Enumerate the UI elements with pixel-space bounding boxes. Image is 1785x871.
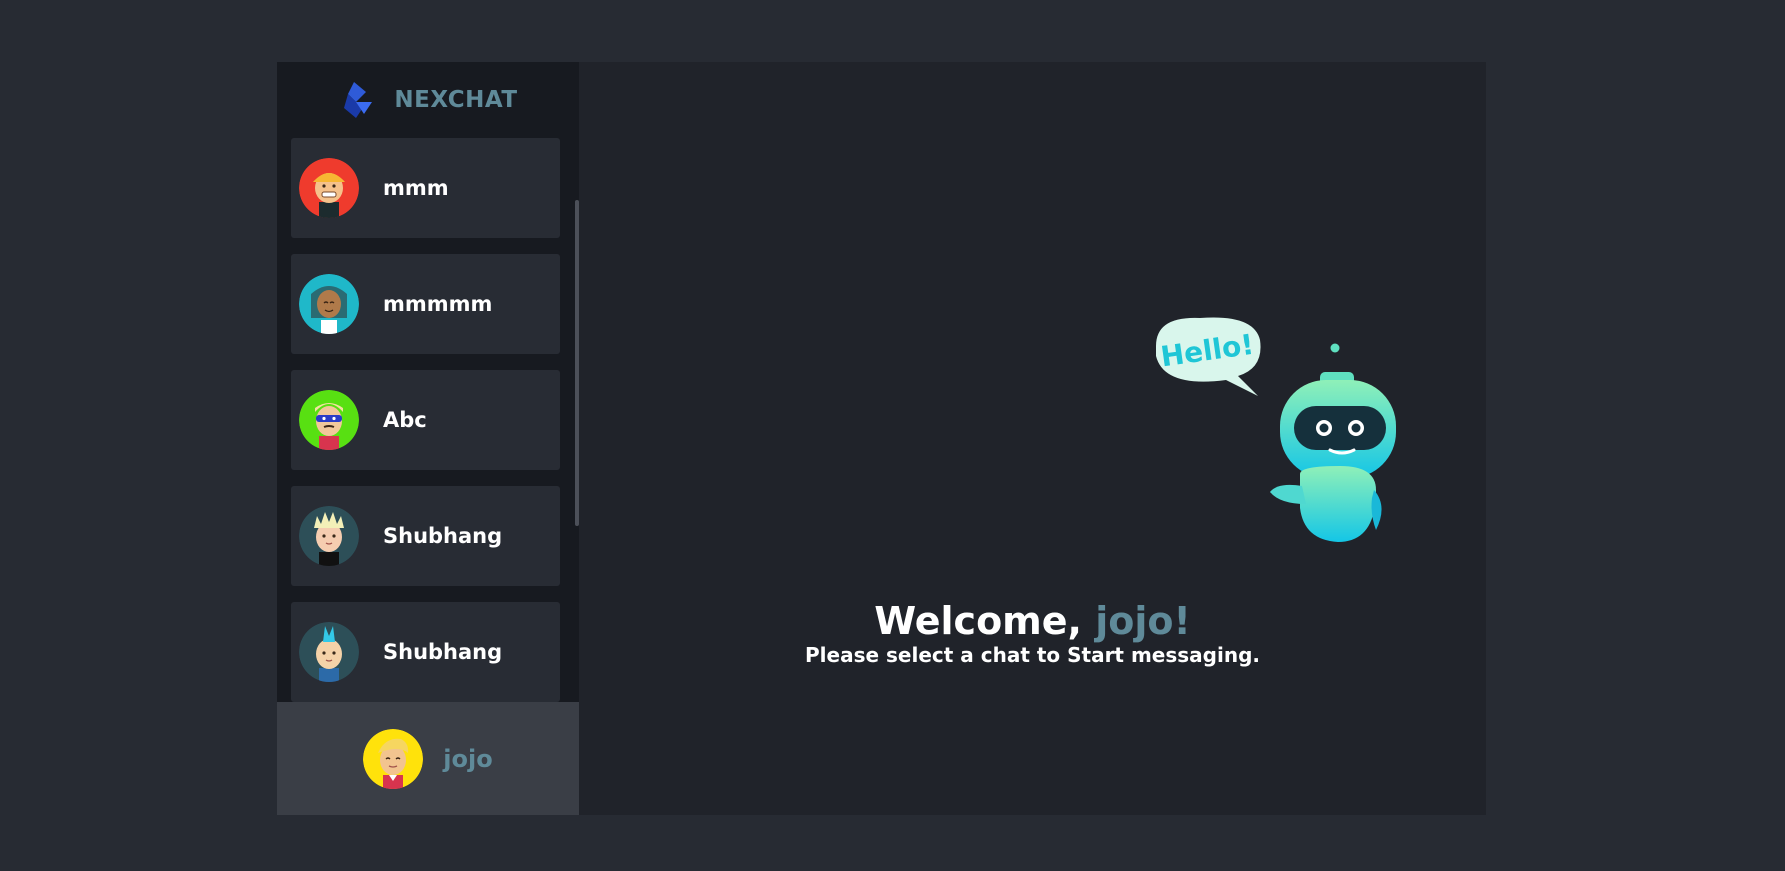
contact-list[interactable]: mmm mmmmm Abc Shubhang Shubhang	[291, 138, 569, 744]
welcome-title: Welcome, jojo!	[579, 599, 1486, 643]
contact-name: mmmmm	[383, 292, 493, 316]
masked-avatar-icon	[299, 390, 359, 450]
sidebar: NEXCHAT mmm mmmmm Abc Shubhang Shubhang …	[277, 62, 579, 815]
mohawk-avatar-icon	[299, 622, 359, 682]
welcome-greeting: Welcome,	[874, 599, 1096, 643]
contact-name: mmm	[383, 176, 449, 200]
contact-name: Shubhang	[383, 640, 503, 664]
contact-item[interactable]: Shubhang	[291, 486, 560, 586]
current-user-panel[interactable]: jojo	[277, 702, 579, 815]
contact-item[interactable]: Abc	[291, 370, 560, 470]
brand-name: NEXCHAT	[394, 87, 518, 113]
dreadlocks-avatar-icon	[299, 274, 359, 334]
welcome-block: Welcome, jojo! Please select a chat to S…	[579, 599, 1486, 667]
contact-item[interactable]: Shubhang	[291, 602, 560, 702]
nexchat-logo-icon	[344, 82, 373, 118]
welcome-username: jojo!	[1095, 599, 1191, 643]
contact-item[interactable]: mmmmm	[291, 254, 560, 354]
blond-avatar-icon	[363, 728, 424, 789]
contact-name: Shubhang	[383, 524, 503, 548]
brand-header: NEXCHAT	[277, 62, 579, 138]
spiky-hair-avatar-icon	[299, 506, 359, 566]
hello-robot-illustration: Hello!	[1156, 317, 1396, 542]
chat-main-area: Hello! Welcome, jojo! Please select a ch…	[579, 62, 1486, 815]
contact-item[interactable]: mmm	[291, 138, 560, 238]
welcome-subtitle: Please select a chat to Start messaging.	[805, 643, 1260, 667]
current-user-name: jojo	[443, 744, 493, 773]
chat-app-window: NEXCHAT mmm mmmmm Abc Shubhang Shubhang …	[277, 62, 1486, 815]
contact-name: Abc	[383, 408, 427, 432]
hardhat-avatar-icon	[299, 158, 359, 218]
